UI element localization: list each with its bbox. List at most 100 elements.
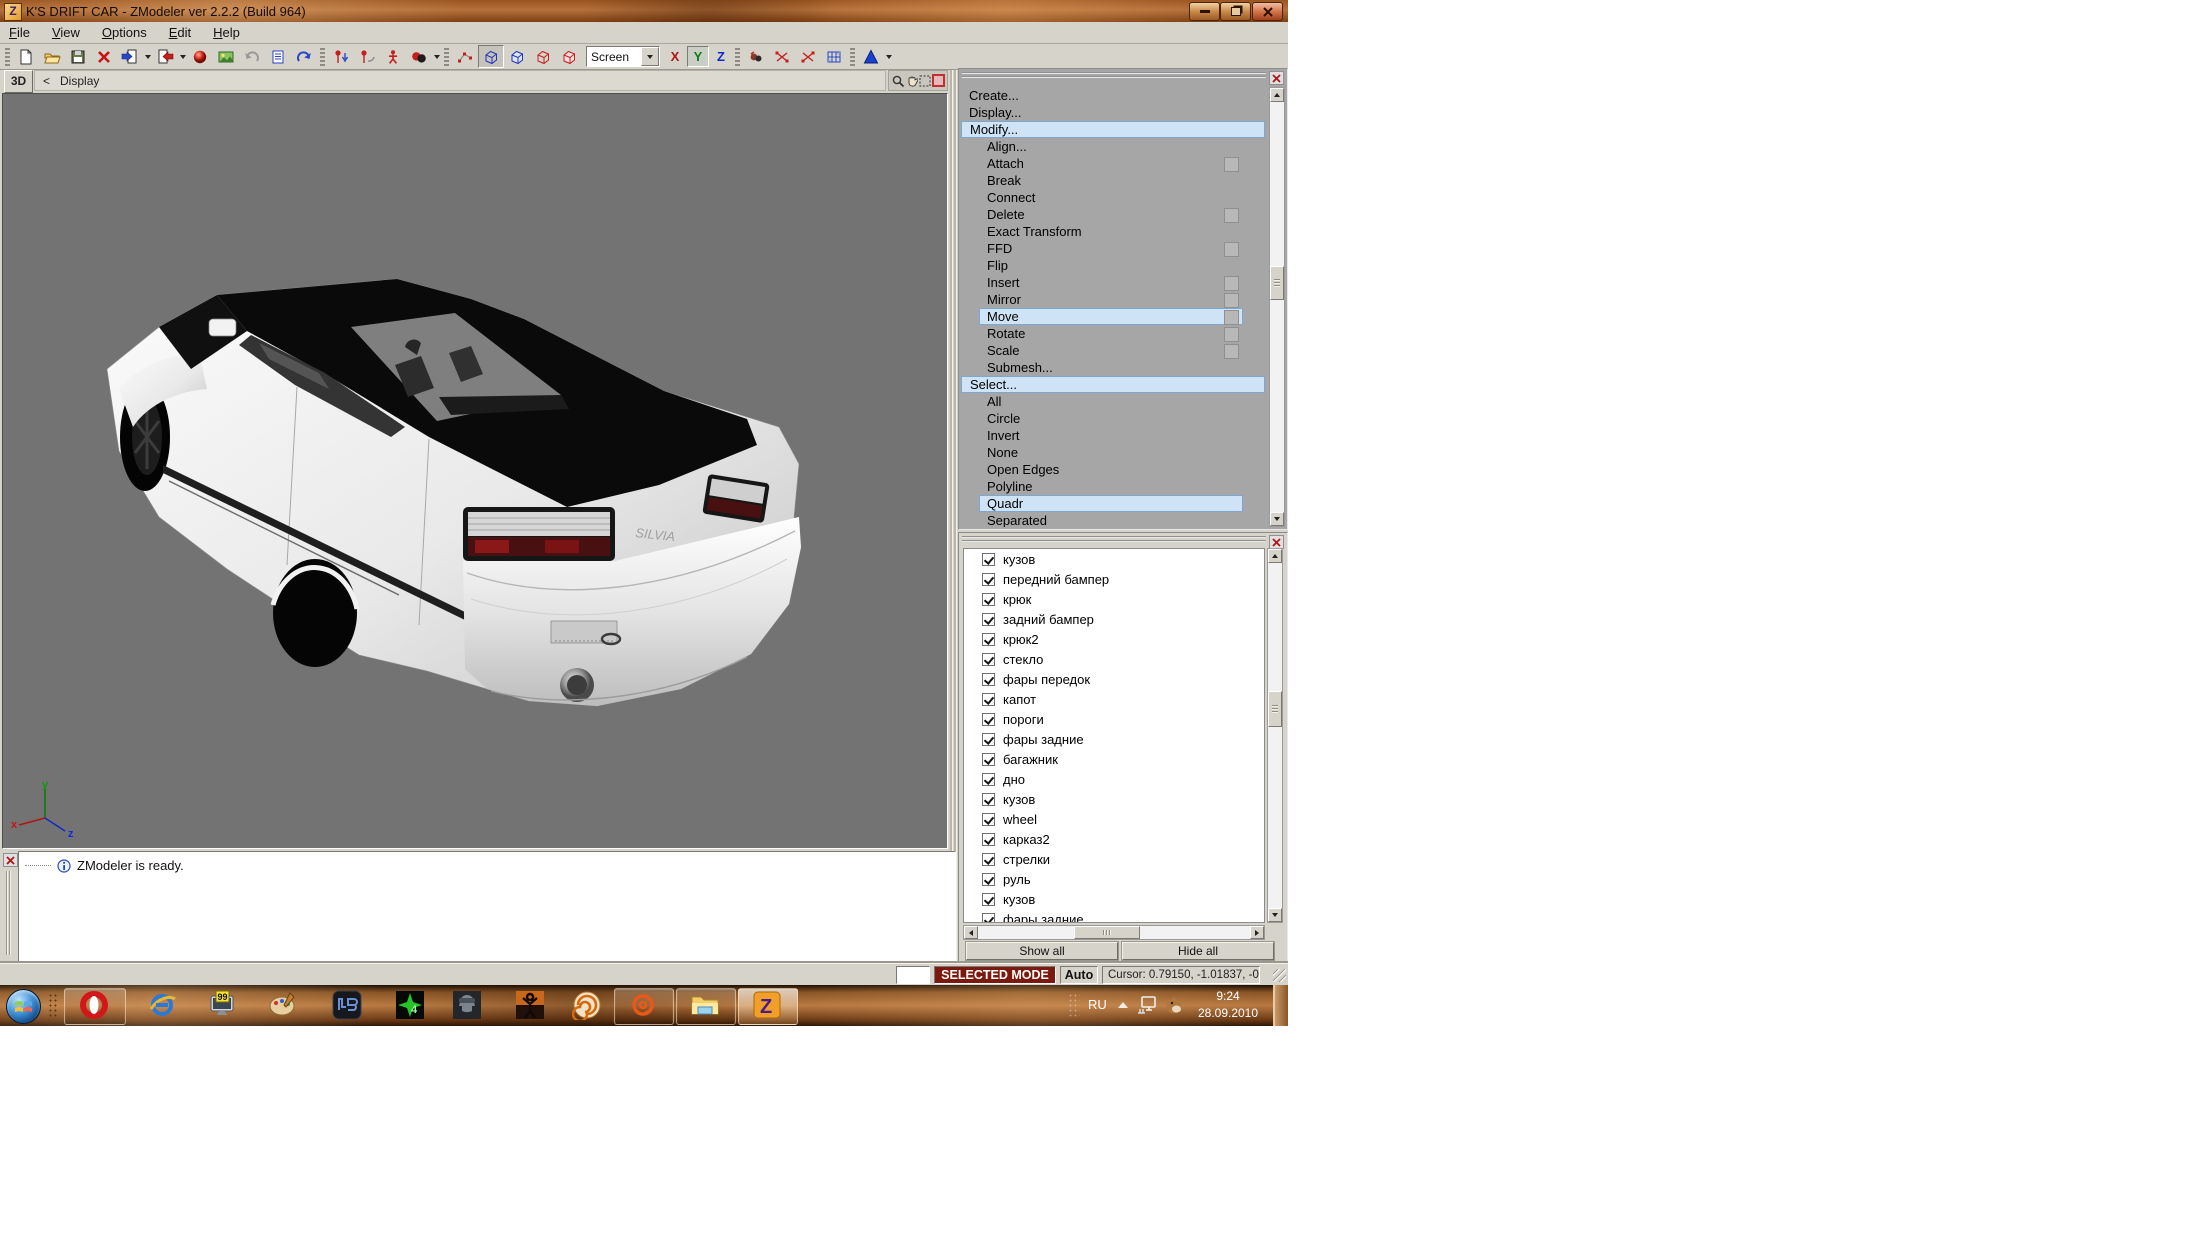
close-button[interactable] [1252, 2, 1283, 21]
maximize-viewport-button[interactable] [932, 74, 945, 87]
soldier-game-icon[interactable] [452, 990, 482, 1020]
checkbox-checked-icon[interactable] [982, 693, 995, 706]
command-select-circle[interactable]: Circle [961, 410, 1265, 427]
axis-x-button[interactable]: X [665, 47, 685, 66]
checkbox-checked-icon[interactable] [982, 573, 995, 586]
command-break[interactable]: Break [961, 172, 1265, 189]
menu-options[interactable]: Options [102, 25, 147, 40]
command-exact-transform[interactable]: Exact Transform [961, 223, 1265, 240]
zmodeler-icon[interactable]: Z [752, 990, 782, 1020]
viewport-mode-button[interactable]: 3D [4, 70, 33, 93]
messenger-monitor-icon[interactable]: 99 [207, 990, 237, 1020]
undo-button[interactable] [239, 45, 265, 68]
checkbox-checked-icon[interactable] [982, 653, 995, 666]
create-primitive-button[interactable] [858, 45, 884, 68]
checkbox-checked-icon[interactable] [982, 593, 995, 606]
taskbar-clock[interactable]: 9:24 28.09.2010 [1195, 988, 1261, 1022]
paint-palette-icon[interactable] [268, 990, 298, 1020]
toolbar-grip[interactable] [444, 48, 449, 66]
command-option-box[interactable] [1224, 344, 1239, 359]
redo-button[interactable] [291, 45, 317, 68]
hidden-icons-arrow[interactable] [1118, 1002, 1128, 1008]
resize-grip-icon[interactable] [1273, 969, 1286, 982]
viewport-3d-canvas[interactable]: SILVIA y x z [2, 93, 948, 849]
group-row[interactable]: стекло [964, 649, 1264, 669]
panel-splitter[interactable] [948, 70, 958, 962]
command-option-box[interactable] [1224, 157, 1239, 172]
solid-view-button[interactable] [504, 45, 530, 68]
space-mode-dropdown[interactable]: Screen [586, 46, 660, 67]
command-display[interactable]: Display... [961, 104, 1265, 121]
group-row[interactable]: фары задние [964, 729, 1264, 749]
pan-hand-icon[interactable] [905, 74, 919, 88]
groups-panel-grip[interactable] [962, 536, 1266, 544]
groups-panel-close-button[interactable] [1269, 535, 1284, 549]
command-select-none[interactable]: None [961, 444, 1265, 461]
scroll-down-button[interactable] [1268, 908, 1282, 922]
command-select-separated[interactable]: Separated [961, 512, 1265, 527]
group-row[interactable]: дно [964, 769, 1264, 789]
taskbar-grip[interactable] [48, 993, 58, 1019]
command-attach[interactable]: Attach [961, 155, 1265, 172]
log-output[interactable]: ZModeler is ready. [18, 851, 956, 962]
log-panel-grip[interactable] [6, 871, 12, 955]
command-select-all[interactable]: All [961, 393, 1265, 410]
viewport-breadcrumb[interactable]: < Display [34, 70, 886, 91]
commands-panel-grip[interactable] [962, 72, 1266, 80]
zoom-icon[interactable] [891, 74, 905, 88]
tray-grip[interactable] [1068, 993, 1080, 1019]
textured-view-button[interactable] [530, 45, 556, 68]
bones-tool[interactable] [380, 45, 406, 68]
minimize-button[interactable] [1189, 2, 1220, 21]
command-delete[interactable]: Delete [961, 206, 1265, 223]
snap-tool[interactable] [743, 45, 769, 68]
menu-edit[interactable]: Edit [169, 25, 191, 40]
show-desktop-button[interactable] [1273, 985, 1288, 1026]
commands-scrollbar[interactable] [1269, 87, 1285, 527]
command-insert[interactable]: Insert [961, 274, 1265, 291]
material-view-button[interactable] [556, 45, 582, 68]
checkbox-checked-icon[interactable] [982, 673, 995, 686]
group-row[interactable]: задний бампер [964, 609, 1264, 629]
checkbox-checked-icon[interactable] [982, 793, 995, 806]
scroll-up-button[interactable] [1268, 549, 1282, 563]
command-select[interactable]: Select... [961, 376, 1265, 393]
break-vertices-tool[interactable] [795, 45, 821, 68]
checkbox-checked-icon[interactable] [982, 753, 995, 766]
group-row[interactable]: wheel [964, 809, 1264, 829]
wireframe-view-button[interactable] [478, 45, 504, 68]
command-ffd[interactable]: FFD [961, 240, 1265, 257]
open-file-button[interactable] [39, 45, 65, 68]
scroll-down-button[interactable] [1270, 512, 1284, 526]
zoom-region-icon[interactable] [918, 74, 932, 88]
import-button[interactable] [117, 45, 143, 68]
mail-agent-icon[interactable] [628, 990, 658, 1020]
export-button[interactable] [152, 45, 178, 68]
language-indicator[interactable]: RU [1088, 997, 1107, 1012]
command-option-box[interactable] [1224, 293, 1239, 308]
toolbar-grip[interactable] [735, 48, 740, 66]
opera-icon[interactable] [79, 990, 109, 1020]
command-option-box[interactable] [1224, 327, 1239, 342]
checkbox-checked-icon[interactable] [982, 553, 995, 566]
internet-explorer-icon[interactable] [147, 990, 177, 1020]
checkbox-checked-icon[interactable] [982, 853, 995, 866]
command-create[interactable]: Create... [961, 87, 1265, 104]
log-close-button[interactable] [3, 853, 18, 867]
explorer-folder-icon[interactable] [690, 990, 720, 1020]
toolbar-grip[interactable] [5, 48, 10, 66]
spiral-launcher-icon[interactable] [572, 990, 602, 1020]
window-titlebar[interactable]: Z K'S DRIFT CAR - ZModeler ver 2.2.2 (Bu… [0, 0, 1288, 22]
axis-y-button[interactable]: Y [687, 46, 709, 67]
command-modify[interactable]: Modify... [961, 121, 1265, 138]
command-align[interactable]: Align... [961, 138, 1265, 155]
group-row[interactable]: кузов [964, 549, 1264, 569]
toolbar-grip[interactable] [320, 48, 325, 66]
move-vertices-tool[interactable] [328, 45, 354, 68]
command-mirror[interactable]: Mirror [961, 291, 1265, 308]
command-option-box[interactable] [1224, 310, 1239, 325]
material-editor-button[interactable] [213, 45, 239, 68]
toolbar-grip[interactable] [850, 48, 855, 66]
command-select-polyline[interactable]: Polyline [961, 478, 1265, 495]
group-row[interactable]: багажник [964, 749, 1264, 769]
